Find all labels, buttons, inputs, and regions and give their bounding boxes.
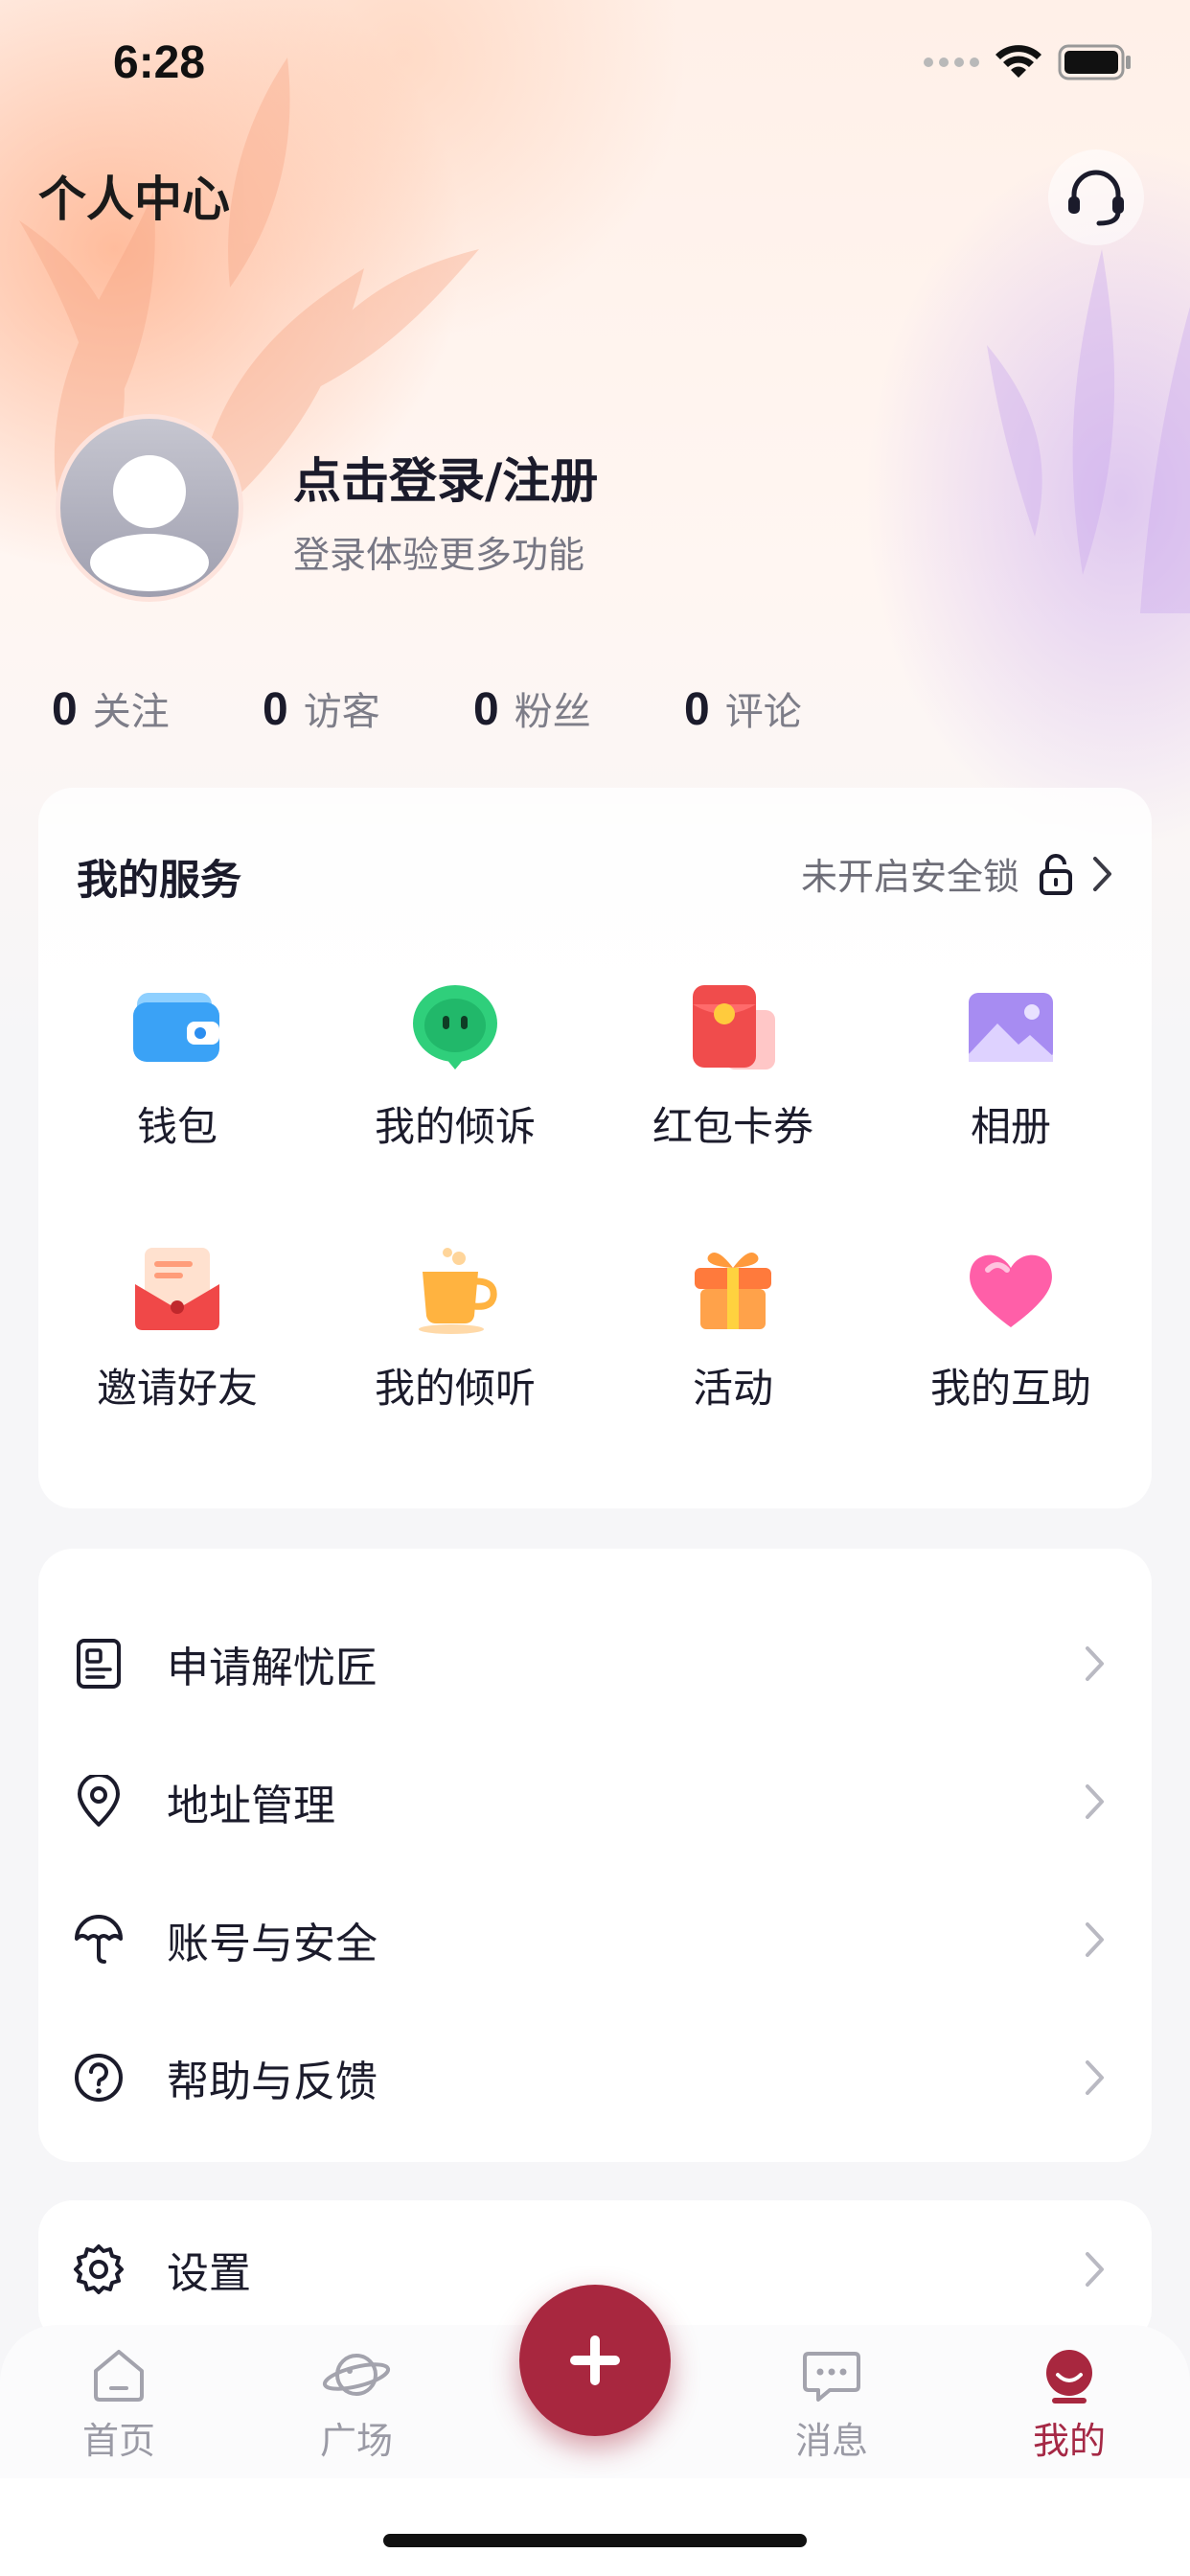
battery-icon	[1058, 44, 1131, 80]
planet-icon	[322, 2354, 391, 2396]
page-title: 个人中心	[38, 172, 230, 227]
tab-home[interactable]: 首页	[42, 2344, 195, 2464]
stat-value: 0	[52, 684, 78, 735]
services-title: 我的服务	[77, 857, 241, 905]
tab-me[interactable]: 我的	[993, 2344, 1146, 2464]
profile-smile-icon	[1046, 2350, 1092, 2404]
service-label: 相册	[970, 1103, 1051, 1150]
tab-label: 消息	[794, 2420, 868, 2462]
service-label: 邀请好友	[96, 1365, 258, 1412]
gear-icon	[73, 2243, 125, 2295]
menu-card: 申请解忧匠 地址管理 账号与安全 帮助与反馈	[38, 1549, 1152, 2162]
home-indicator[interactable]	[383, 2534, 807, 2547]
plus-icon	[570, 2335, 620, 2385]
status-icons	[924, 44, 1133, 80]
service-label: 我的互助	[929, 1365, 1091, 1412]
service-label: 红包卡券	[652, 1103, 813, 1150]
service-album[interactable]: 相册	[872, 979, 1150, 1153]
service-label: 我的倾诉	[374, 1103, 536, 1150]
stat-label: 评论	[724, 690, 802, 734]
stat-visitors[interactable]: 0 访客	[263, 680, 473, 736]
wifi-icon	[995, 45, 1041, 78]
menu-address-management[interactable]: 地址管理	[38, 1733, 1152, 1871]
service-my-confide[interactable]: 我的倾诉	[316, 979, 594, 1153]
service-red-packet[interactable]: 红包卡券	[594, 979, 872, 1153]
chevron-right-icon	[1081, 1782, 1110, 1821]
heart-icon	[963, 1241, 1059, 1337]
service-label: 我的倾听	[374, 1365, 536, 1412]
menu-label: 账号与安全	[167, 1920, 378, 1968]
login-subtitle: 登录体验更多功能	[293, 534, 585, 576]
stat-value: 0	[263, 684, 288, 735]
security-lock-link[interactable]: 未开启安全锁	[801, 847, 1113, 900]
umbrella-icon	[73, 1914, 125, 1966]
service-label: 钱包	[136, 1103, 217, 1150]
stat-value: 0	[473, 684, 499, 735]
service-my-listen[interactable]: 我的倾听	[316, 1241, 594, 1414]
status-time: 6:28	[113, 37, 206, 88]
menu-apply-helper[interactable]: 申请解忧匠	[38, 1595, 1152, 1733]
status-bar: 6:28	[0, 0, 1190, 134]
tab-messages[interactable]: 消息	[755, 2344, 908, 2464]
document-icon	[73, 1638, 125, 1690]
service-wallet[interactable]: 钱包	[38, 979, 316, 1153]
stat-label: 关注	[92, 690, 170, 734]
invite-envelope-icon	[129, 1241, 225, 1337]
tab-label: 广场	[319, 2420, 393, 2462]
service-label: 活动	[692, 1365, 773, 1412]
chevron-right-icon	[1081, 2250, 1110, 2288]
create-post-button[interactable]	[519, 2285, 671, 2436]
menu-account-security[interactable]: 账号与安全	[38, 1871, 1152, 2009]
help-circle-icon	[73, 2052, 125, 2104]
menu-label: 设置	[167, 2249, 251, 2298]
tab-square[interactable]: 广场	[280, 2344, 433, 2464]
customer-service-button[interactable]	[1048, 150, 1144, 245]
message-icon	[803, 2352, 860, 2402]
avatar[interactable]	[56, 414, 243, 602]
chevron-right-icon	[1081, 1644, 1110, 1683]
tab-label: 我的	[1032, 2420, 1106, 2462]
profile-stats: 0 关注 0 访客 0 粉丝 0 评论	[52, 680, 895, 736]
services-grid: 钱包 我的倾诉 红包卡券 相册 邀请好友 我的倾听 活动 我的互助	[38, 979, 1152, 1414]
photo-album-icon	[963, 979, 1059, 1075]
chat-bubble-face-icon	[407, 979, 503, 1075]
menu-label: 帮助与反馈	[167, 2058, 378, 2106]
coffee-cup-icon	[407, 1241, 503, 1337]
chevron-right-icon	[1081, 2058, 1110, 2097]
cellular-signal-icon	[924, 58, 979, 67]
headset-icon	[1068, 170, 1124, 226]
red-envelope-icon	[685, 979, 781, 1075]
service-mutual-help[interactable]: 我的互助	[872, 1241, 1150, 1414]
stat-comments[interactable]: 0 评论	[684, 680, 895, 736]
wallet-icon	[129, 979, 225, 1075]
menu-label: 地址管理	[167, 1782, 335, 1830]
default-avatar-icon	[90, 455, 209, 591]
service-invite-friends[interactable]: 邀请好友	[38, 1241, 316, 1414]
stat-following[interactable]: 0 关注	[52, 680, 263, 736]
stat-label: 访客	[303, 690, 380, 734]
chevron-right-icon	[1093, 856, 1111, 891]
chevron-right-icon	[1081, 1920, 1110, 1959]
gift-icon	[685, 1241, 781, 1337]
menu-help-feedback[interactable]: 帮助与反馈	[38, 2009, 1152, 2147]
stat-fans[interactable]: 0 粉丝	[473, 680, 684, 736]
security-lock-status: 未开启安全锁	[800, 856, 1019, 898]
stat-label: 粉丝	[514, 690, 591, 734]
login-register-link[interactable]: 点击登录/注册	[293, 443, 598, 512]
location-pin-icon	[73, 1775, 125, 1828]
home-icon	[94, 2350, 144, 2402]
stat-value: 0	[684, 684, 710, 735]
menu-label: 申请解忧匠	[167, 1644, 378, 1692]
service-activity[interactable]: 活动	[594, 1241, 872, 1414]
unlock-icon	[1040, 853, 1072, 895]
home-indicator-area	[0, 2478, 1190, 2576]
tab-label: 首页	[81, 2420, 155, 2462]
services-card: 我的服务 未开启安全锁 钱包 我的倾诉 红包卡券 相册 邀请好友 我的倾听 活动…	[38, 788, 1152, 1508]
